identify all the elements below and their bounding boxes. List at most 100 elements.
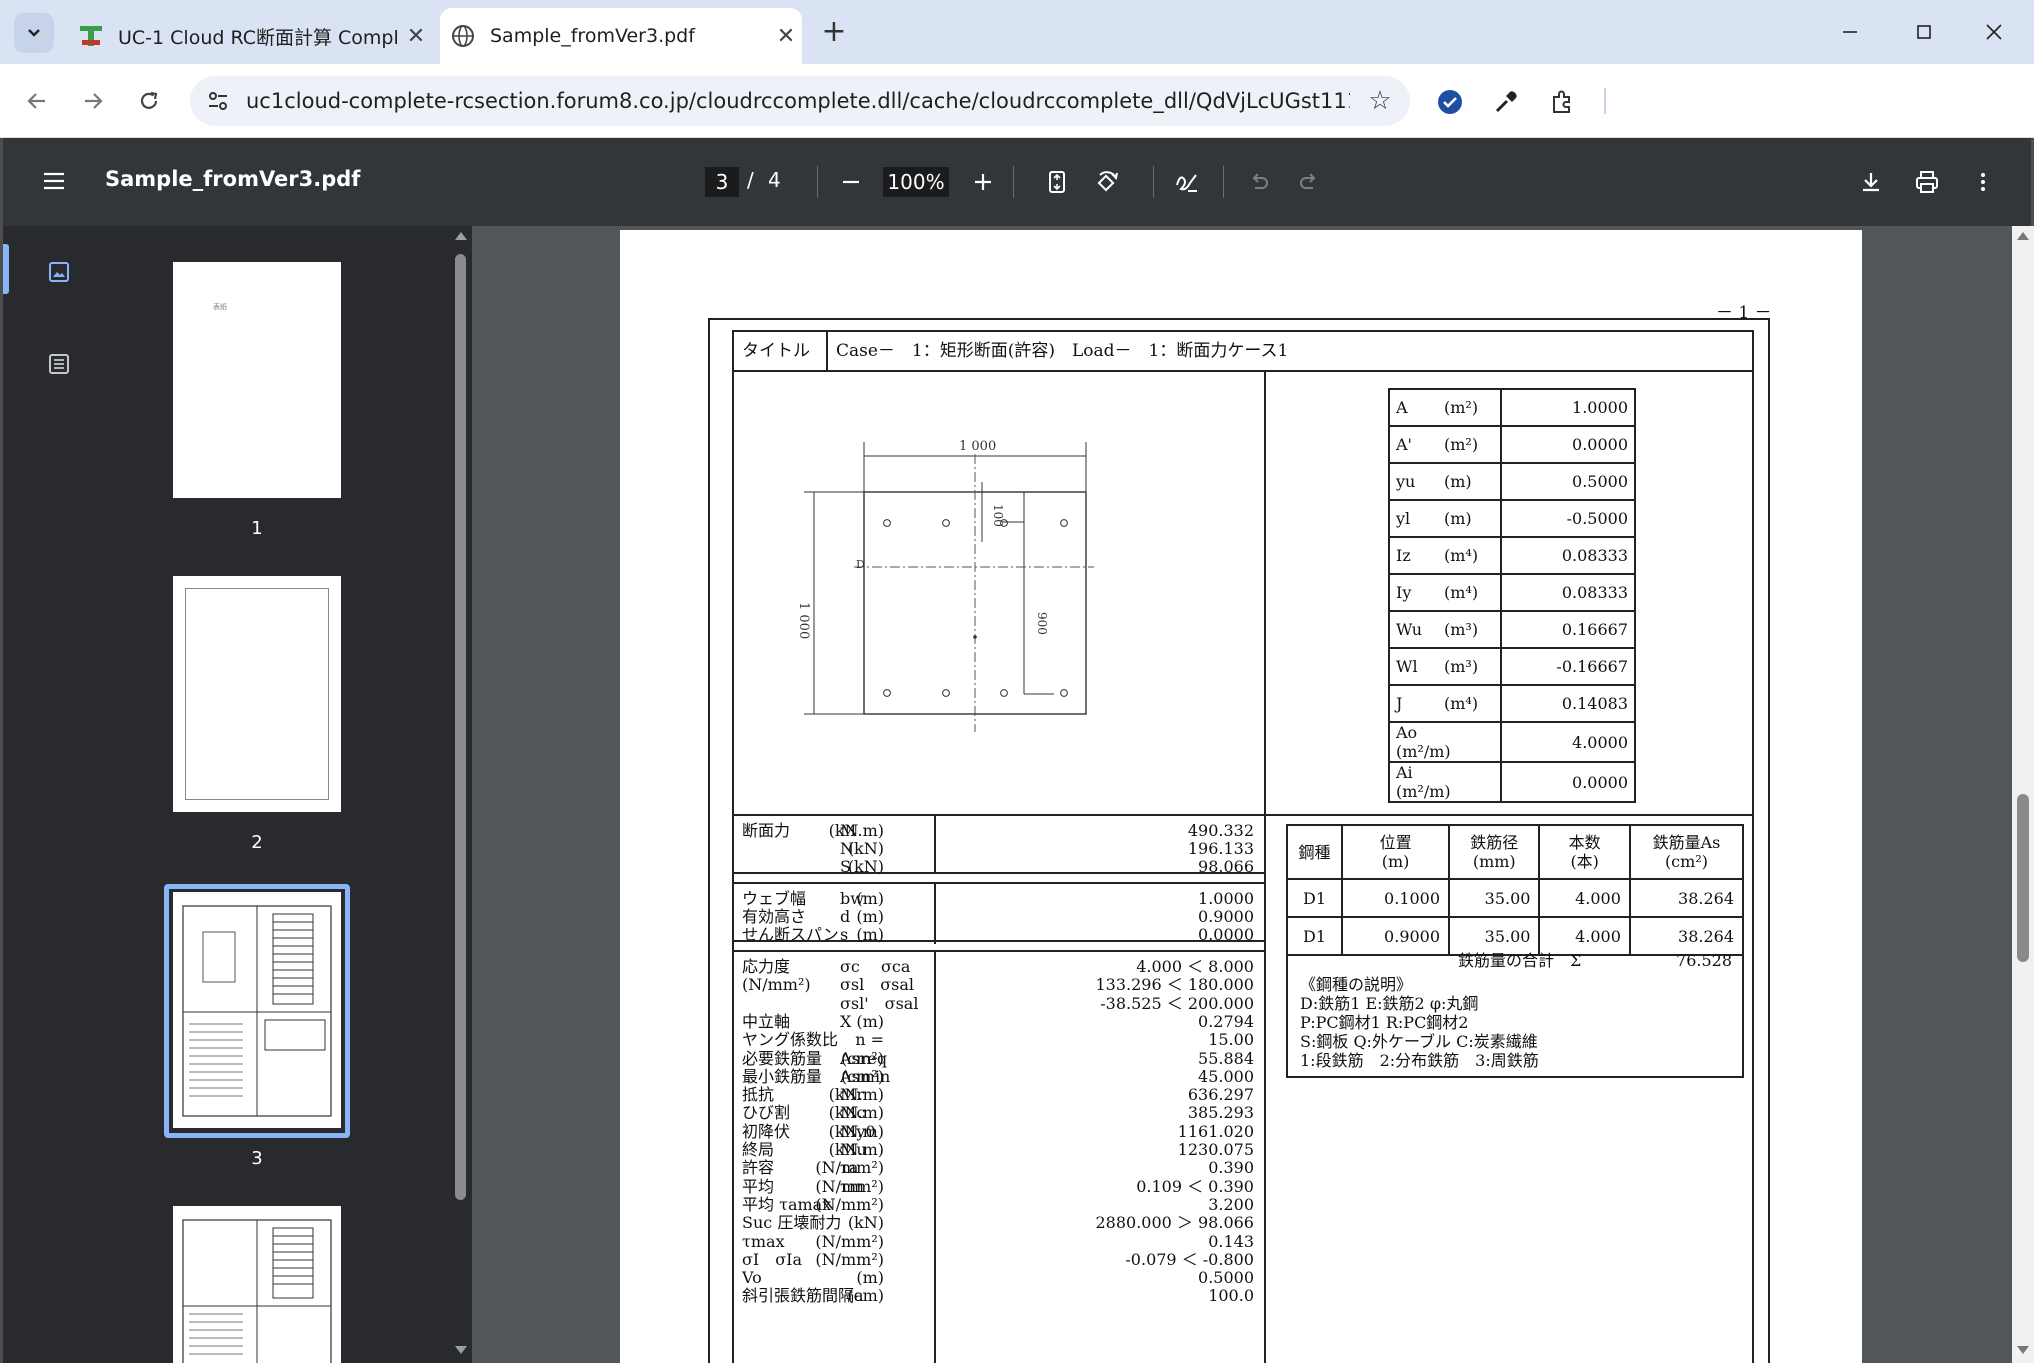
thumbnail-page-3[interactable] xyxy=(173,892,341,1128)
thumbnail-tiny-title: 表紙 xyxy=(213,303,227,311)
forward-button[interactable] xyxy=(74,82,112,120)
dimension-symbol: d xyxy=(840,907,851,926)
rebar-legend-line: 1:段鉄筋 2:分布鉄筋 3:周鉄筋 xyxy=(1300,1051,1539,1070)
page-number-input[interactable]: 3 xyxy=(705,167,739,197)
scroll-up-arrow-icon[interactable] xyxy=(2017,232,2029,240)
back-button[interactable] xyxy=(18,82,56,120)
arrow-right-icon xyxy=(85,93,103,109)
result-value: 15.00 xyxy=(1208,1030,1254,1050)
result-value: 0.143 xyxy=(1208,1231,1254,1251)
force-unit: (kN.m) xyxy=(828,821,884,840)
divider xyxy=(817,166,818,198)
reload-button[interactable] xyxy=(130,82,168,120)
redo-button[interactable] xyxy=(1291,164,1327,200)
zoom-out-button[interactable] xyxy=(833,164,869,200)
rotate-button[interactable] xyxy=(1089,164,1125,200)
rebar-cell: 38.264 xyxy=(1628,878,1745,918)
site-info-icon[interactable] xyxy=(190,76,246,126)
extensions-puzzle-icon[interactable] xyxy=(1544,84,1580,120)
property-name: yl xyxy=(1396,509,1411,528)
close-icon[interactable]: ✕ xyxy=(770,24,802,49)
minimize-button[interactable] xyxy=(1820,8,1880,56)
zoom-in-button[interactable] xyxy=(965,164,1001,200)
extension-check-icon[interactable] xyxy=(1432,84,1468,120)
plus-icon xyxy=(975,174,991,190)
scrollbar-thumb[interactable] xyxy=(2017,794,2029,962)
outline-view-button[interactable] xyxy=(41,346,77,382)
maximize-icon xyxy=(1917,25,1931,39)
annotate-button[interactable] xyxy=(1169,164,1205,200)
result-symbol: σc σca xyxy=(840,957,911,976)
dimension-name: 有効高さ xyxy=(742,907,807,926)
thumbnail-preview xyxy=(182,905,332,1117)
property-name-cell: A' (m²) xyxy=(1388,425,1502,464)
thumbnail-label: 1 xyxy=(251,518,263,539)
address-bar[interactable]: uc1cloud-complete-rcsection.forum8.co.jp… xyxy=(190,76,1410,126)
result-unit: (N/mm²) xyxy=(815,1231,884,1251)
force-value: 490.332 xyxy=(1187,821,1254,840)
property-unit: (m⁴) xyxy=(1444,546,1479,565)
tab-sample-pdf[interactable]: Sample_fromVer3.pdf ✕ xyxy=(440,8,802,64)
sidebar-scrollbar[interactable] xyxy=(450,226,472,1363)
eyedropper-icon[interactable] xyxy=(1488,84,1524,120)
maximize-button[interactable] xyxy=(1894,8,1954,56)
result-unit: (cm²) xyxy=(840,1066,884,1086)
print-button[interactable] xyxy=(1909,164,1945,200)
result-name: Suc 圧壊耐力 xyxy=(742,1213,842,1233)
property-value: 0.0000 xyxy=(1500,425,1636,464)
dimension-unit: (m) xyxy=(856,925,884,944)
result-name: (N/mm²) xyxy=(742,975,811,995)
undo-button[interactable] xyxy=(1241,164,1277,200)
dimension-unit: (m) xyxy=(856,889,884,908)
property-row: J (m⁴) 0.14083 xyxy=(1388,684,1636,723)
thumbnail-label: 2 xyxy=(251,832,263,853)
dims-divider xyxy=(934,884,936,944)
property-value: 0.08333 xyxy=(1500,536,1636,575)
tab-uc1-cloud[interactable]: UC-1 Cloud RC断面計算 Compl ✕ xyxy=(68,8,432,64)
property-value: 0.14083 xyxy=(1500,684,1636,723)
menu-icon[interactable] xyxy=(41,168,67,194)
result-unit: (kN.m) xyxy=(828,1103,884,1123)
dimension-name: せん断スパン xyxy=(742,925,839,944)
thumbnail-page-4[interactable] xyxy=(173,1206,341,1367)
tab-search-button[interactable] xyxy=(14,13,54,53)
new-tab-button[interactable]: + xyxy=(816,14,852,50)
fit-to-page-icon xyxy=(1049,171,1065,193)
tab-title: UC-1 Cloud RC断面計算 Compl xyxy=(118,26,399,49)
image-icon xyxy=(49,262,69,282)
property-name-cell: Wu (m³) xyxy=(1388,610,1502,649)
main-scrollbar[interactable] xyxy=(2012,226,2034,1363)
outer-frame: タイトル Case－ 1：矩形断面(許容) Load－ 1：断面力ケース1 1 … xyxy=(708,318,1770,1363)
property-value: 0.16667 xyxy=(1500,610,1636,649)
scroll-down-arrow-icon[interactable] xyxy=(2017,1346,2029,1354)
page-separator: / xyxy=(747,168,754,192)
zoom-level-input[interactable]: 100% xyxy=(883,167,949,197)
scroll-up-arrow-icon[interactable] xyxy=(455,232,467,240)
bookmark-star-icon[interactable]: ☆ xyxy=(1350,86,1410,116)
fit-page-button[interactable] xyxy=(1039,164,1075,200)
property-value: -0.16667 xyxy=(1500,647,1636,686)
dimensions-box: ウェブ幅 bw (m) 1.0000 有効高さ d (m) 0.9000 せん断スパン s (m) 0… xyxy=(734,882,1264,944)
close-window-button[interactable] xyxy=(1964,8,2024,56)
property-name-cell: Ao(m²/m) xyxy=(1388,721,1502,763)
result-unit: (cm) xyxy=(847,1286,884,1306)
scroll-down-arrow-icon[interactable] xyxy=(455,1346,467,1354)
property-name: yu xyxy=(1396,472,1416,491)
dimension-name: ウェブ幅 xyxy=(742,889,807,908)
close-icon[interactable]: ✕ xyxy=(400,24,432,49)
thumbnail-page-2[interactable] xyxy=(173,576,341,812)
scrollbar-thumb[interactable] xyxy=(455,254,466,1200)
url-text[interactable]: uc1cloud-complete-rcsection.forum8.co.jp… xyxy=(246,89,1350,113)
result-value: 133.296 ＜ 180.000 xyxy=(1095,975,1254,995)
thumbnail-view-button[interactable] xyxy=(41,254,77,290)
rebar-cell: 35.00 xyxy=(1448,878,1541,918)
result-value: 3.200 xyxy=(1208,1194,1254,1214)
result-symbol: σsl' σsal xyxy=(840,993,919,1013)
title-value: Case－ 1：矩形断面(許容) Load－ 1：断面力ケース1 xyxy=(836,341,1289,361)
download-button[interactable] xyxy=(1853,164,1889,200)
rebar-header-cell: 鉄筋径 (mm) xyxy=(1448,824,1541,880)
thumbnail-page-1[interactable]: 表紙 xyxy=(173,262,341,498)
result-value: 0.109 ＜ 0.390 xyxy=(1136,1176,1254,1196)
more-options-button[interactable] xyxy=(1965,164,2001,200)
result-symbol: σsl σsal xyxy=(840,975,915,995)
